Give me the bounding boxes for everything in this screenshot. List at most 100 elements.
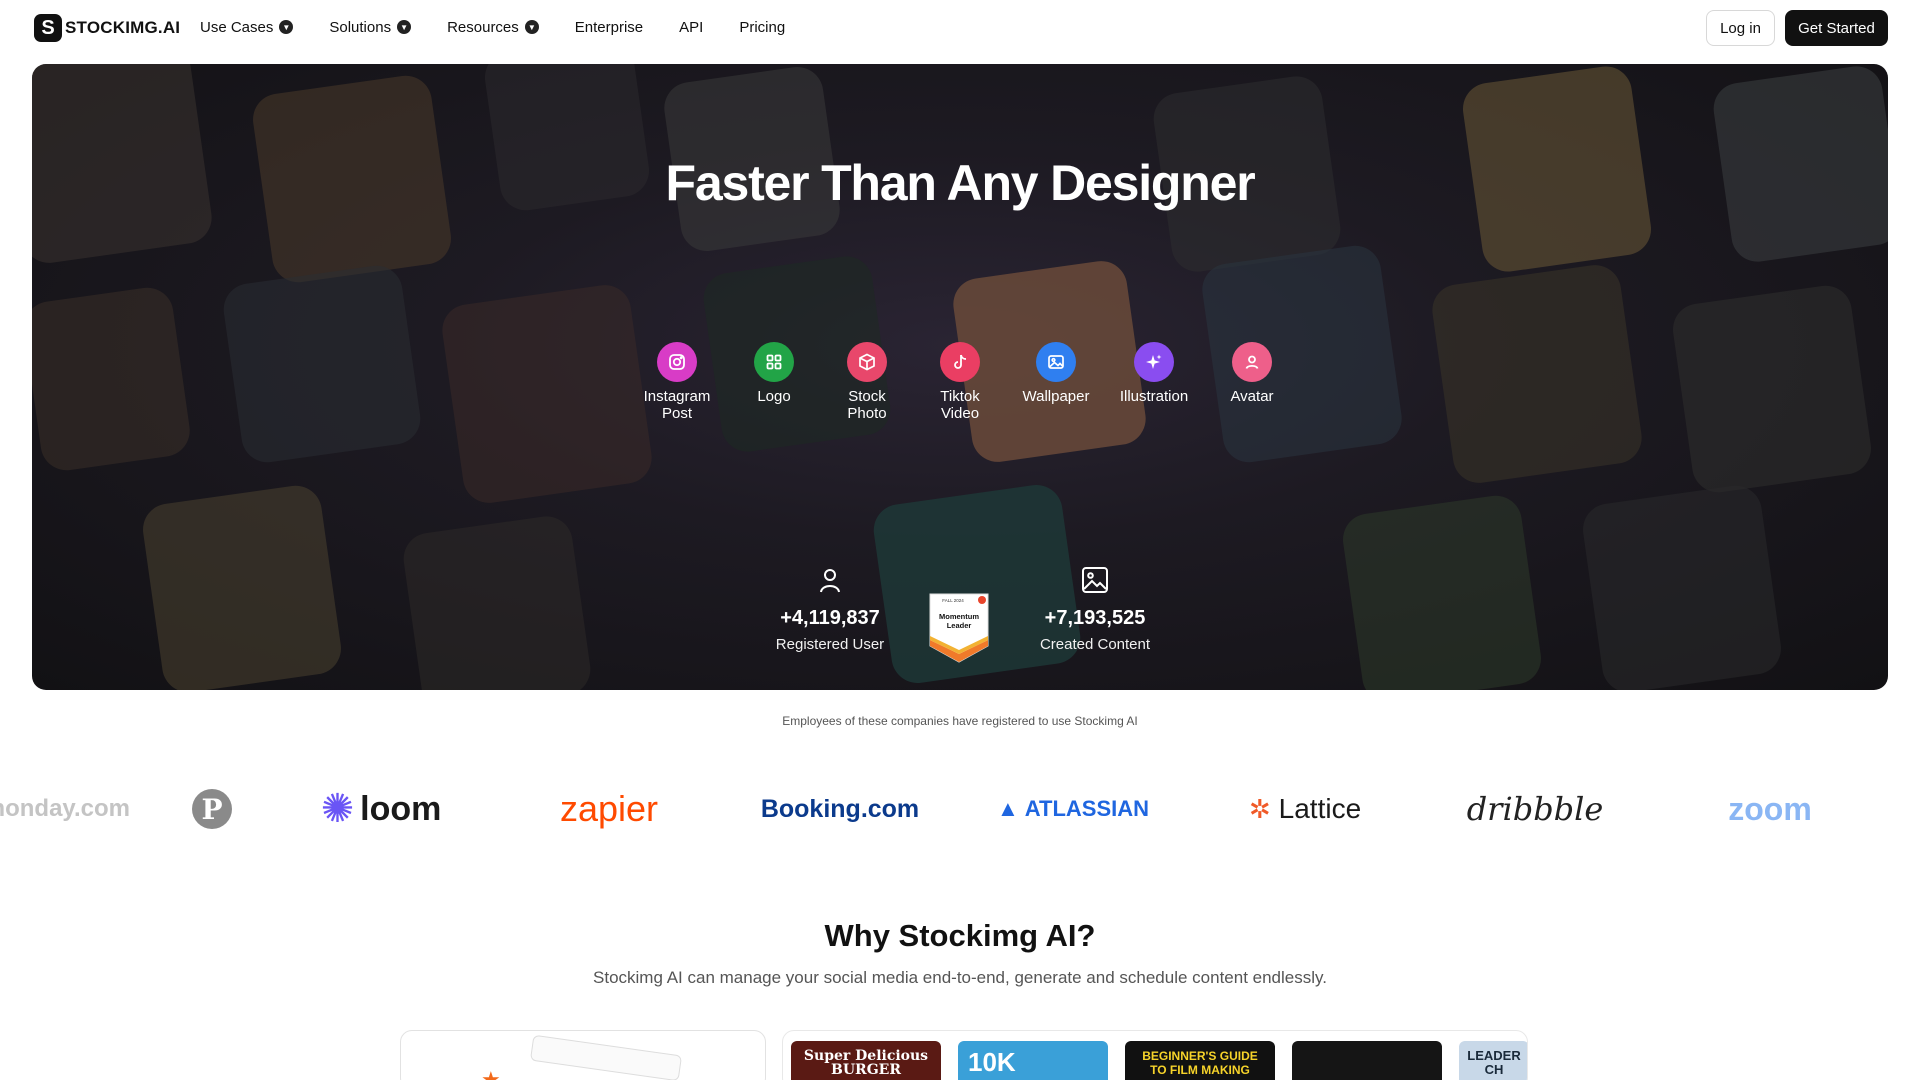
background-tile xyxy=(1579,482,1785,690)
user-icon xyxy=(820,569,840,593)
feature-illustration[interactable]: Illustration xyxy=(1109,342,1199,405)
chevron-down-icon: ▼ xyxy=(397,20,412,34)
feature-label: Illustration xyxy=(1119,388,1189,405)
image-icon xyxy=(1082,567,1108,593)
momentum-leader-badge: FALL 2024 Momentum Leader xyxy=(929,593,989,663)
badge-season: FALL 2024 xyxy=(942,598,964,603)
menu-api[interactable]: API xyxy=(679,19,703,36)
lattice-icon: ✲ xyxy=(1248,793,1271,824)
menu-label: API xyxy=(679,18,704,36)
feature-label: Avatar xyxy=(1230,388,1274,405)
thumbnail-text: Super Delicious BURGER xyxy=(803,1048,929,1078)
thumbnail-film-making: BEGINNER'S GUIDE TO FILM MAKING xyxy=(1125,1041,1275,1080)
feature-label: Wallpaper xyxy=(1022,388,1090,405)
created-content-stat: +7,193,525 Created Content xyxy=(995,566,1195,655)
menu-enterprise[interactable]: Enterprise xyxy=(575,19,643,36)
background-tile xyxy=(1669,282,1875,496)
background-tile xyxy=(1339,492,1545,690)
badge-title-line1: Momentum xyxy=(939,612,979,621)
box-icon xyxy=(847,342,887,382)
company-name: Booking.com xyxy=(760,794,920,823)
feature-label: Instagram Post xyxy=(643,388,711,422)
thumbnail-text: LEADER CH xyxy=(1467,1048,1521,1077)
background-tile xyxy=(32,284,194,474)
menu-use-cases[interactable]: Use Cases ▼ xyxy=(200,18,294,36)
thumbnail-10k: 10K xyxy=(958,1041,1108,1080)
menu-resources[interactable]: Resources ▼ xyxy=(447,19,539,36)
thumbnail-burger: Super Delicious BURGER xyxy=(791,1041,941,1080)
feature-wallpaper[interactable]: Wallpaper xyxy=(1011,342,1101,405)
company-name: zoom xyxy=(1728,790,1812,827)
why-subtitle: Stockimg AI can manage your social media… xyxy=(593,968,1327,987)
menu-label: Pricing xyxy=(739,18,786,36)
feature-label: Stock Photo xyxy=(847,388,887,422)
monday-logo: monday.com xyxy=(0,780,130,838)
company-name: ATLASSIAN xyxy=(1024,796,1150,821)
company-name: monday.com xyxy=(0,795,130,822)
thumbnail-gallery-card: Super Delicious BURGER 10K BEGINNER'S GU… xyxy=(782,1030,1528,1080)
company-name: Lattice xyxy=(1278,793,1362,824)
image-icon xyxy=(1036,342,1076,382)
menu-label: Use Cases xyxy=(200,18,274,36)
background-tile xyxy=(439,281,655,507)
menu-pricing[interactable]: Pricing xyxy=(739,19,785,36)
tiktok-icon xyxy=(940,342,980,382)
star-icon: ★ xyxy=(481,1067,501,1080)
company-logo-strip: monday.com P ✺ loom zapier Booking.com ▲… xyxy=(0,780,1920,838)
menu-label: Enterprise xyxy=(574,18,644,36)
content-label: Created Content xyxy=(1039,636,1151,653)
feature-avatar[interactable]: Avatar xyxy=(1207,342,1297,405)
grid-icon xyxy=(754,342,794,382)
thumbnail-dark xyxy=(1292,1041,1442,1080)
users-label: Registered User xyxy=(775,636,885,653)
feature-tiktok-video[interactable]: Tiktok Video xyxy=(915,342,1005,422)
chevron-down-icon: ▼ xyxy=(279,20,294,34)
brand-mark: S xyxy=(34,14,62,42)
background-tile xyxy=(220,262,424,466)
hero-banner: Faster Than Any Designer Instagram Post … xyxy=(32,64,1888,690)
feature-instagram-post[interactable]: Instagram Post xyxy=(632,342,722,422)
user-icon xyxy=(1232,342,1272,382)
dribbble-logo: dribbble xyxy=(1467,780,1604,838)
pinterest-icon: P xyxy=(192,789,232,829)
feature-label: Tiktok Video xyxy=(940,388,980,422)
scheduler-card: ★ xyxy=(400,1030,766,1080)
thumbnail-text: BEGINNER'S GUIDE TO FILM MAKING xyxy=(1142,1049,1258,1077)
menu-label: Resources xyxy=(447,18,519,36)
get-started-button[interactable]: Get Started xyxy=(1785,10,1888,46)
background-tile xyxy=(400,513,594,690)
thumbnail-text: 10K xyxy=(968,1047,1016,1077)
atlassian-icon: ▲ xyxy=(996,796,1019,821)
booking-logo: Booking.com xyxy=(760,780,920,838)
lattice-logo: ✲ Lattice xyxy=(1225,780,1385,838)
background-tile xyxy=(1429,261,1645,487)
menu-solutions[interactable]: Solutions ▼ xyxy=(329,18,412,36)
registered-users-stat: +4,119,837 Registered User xyxy=(730,566,930,655)
zoom-logo: zoom xyxy=(1710,780,1830,838)
company-name: dribbble xyxy=(1466,790,1604,828)
chevron-down-icon: ▼ xyxy=(524,20,539,34)
content-count: +7,193,525 xyxy=(1044,607,1146,629)
zapier-logo: zapier xyxy=(548,780,670,838)
menu-label: Solutions xyxy=(329,18,392,36)
users-count: +4,119,837 xyxy=(780,607,880,629)
login-button[interactable]: Log in xyxy=(1706,10,1775,46)
company-name: loom xyxy=(360,789,442,828)
loom-logo: ✺ loom xyxy=(316,780,446,838)
feature-stock-photo[interactable]: Stock Photo xyxy=(822,342,912,422)
instagram-icon xyxy=(657,342,697,382)
loom-icon: ✺ xyxy=(320,787,355,831)
feature-label: Logo xyxy=(757,388,791,405)
main-menu: Use Cases ▼ Solutions ▼ Resources ▼ Ente… xyxy=(200,16,785,38)
background-tile xyxy=(139,482,345,690)
brand-logo[interactable]: S STOCKIMG.AI xyxy=(34,14,180,42)
sparkle-icon xyxy=(1134,342,1174,382)
atlassian-logo: ▲ ATLASSIAN xyxy=(993,780,1153,838)
hero-title: Faster Than Any Designer xyxy=(665,155,1256,211)
brand-name: STOCKIMG.AI xyxy=(65,18,181,37)
pinterest-logo: P xyxy=(190,780,234,838)
top-navigation: S STOCKIMG.AI Use Cases ▼ Solutions ▼ Re… xyxy=(0,0,1920,54)
feature-logo[interactable]: Logo xyxy=(729,342,819,405)
thumbnail-leader: LEADER CH xyxy=(1459,1041,1527,1080)
toolbar-preview xyxy=(529,1034,683,1080)
